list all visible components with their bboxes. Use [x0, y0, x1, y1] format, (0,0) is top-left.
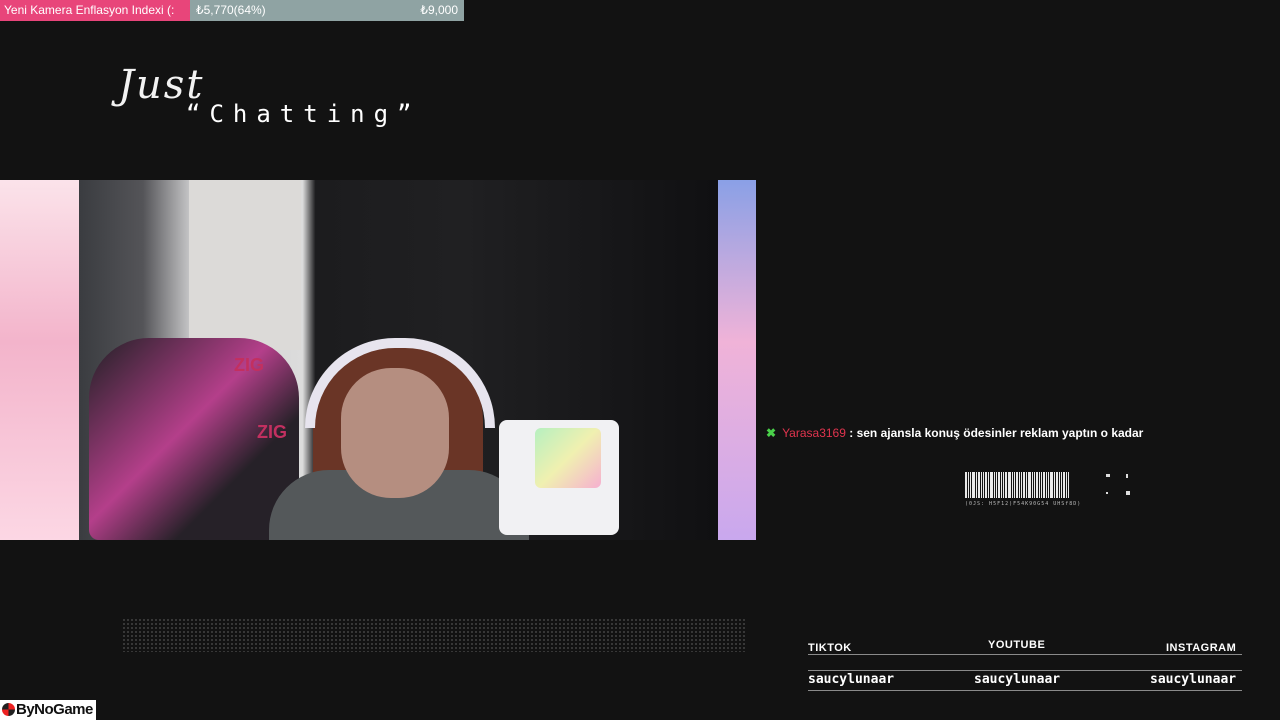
- barcode-bar: [1068, 472, 1069, 498]
- barcode-bar: [996, 472, 997, 498]
- barcode-bar: [1021, 472, 1022, 498]
- social-handle-youtube: saucylunaar: [974, 672, 1061, 687]
- bynogame-logo-icon: [2, 703, 15, 716]
- chat-separator: :: [845, 426, 857, 440]
- barcode-caption: (0JS: H5F12)F54K90G54 UHSf8D): [965, 501, 1082, 507]
- stream-title-category: “Chatting”: [186, 100, 421, 128]
- barcode-bar: [1036, 472, 1038, 498]
- barcode-bar: [1023, 472, 1025, 498]
- headphones: [305, 338, 495, 428]
- goal-current-amount: ₺5,770(64%): [196, 3, 266, 17]
- watermark-text: ByNoGame: [16, 701, 93, 718]
- barcode-bar: [965, 472, 967, 498]
- social-divider-bottom: [808, 690, 1242, 691]
- barcode-bar: [1003, 472, 1004, 498]
- barcode-bar: [1032, 472, 1033, 498]
- webcam-right-gradient: [718, 180, 756, 540]
- barcode-bar: [968, 472, 969, 498]
- barcode-bar: [983, 472, 984, 498]
- barcode-bar: [1014, 472, 1015, 498]
- microphone-display: [535, 428, 601, 488]
- barcode-bar: [1041, 472, 1042, 498]
- barcode-bar: [1028, 472, 1031, 498]
- barcode-bar: [1054, 472, 1055, 498]
- webcam-left-gradient: [0, 180, 79, 540]
- barcode-bar: [1008, 472, 1011, 498]
- barcode-bar: [998, 472, 1000, 498]
- bynogame-watermark: ByNoGame: [0, 700, 96, 720]
- chat-text: sen ajansla konuş ödesinler reklam yaptı…: [856, 426, 1144, 440]
- barcode-bar: [1043, 472, 1045, 498]
- barcode-bar: [1001, 472, 1002, 498]
- barcode-bar: [976, 472, 977, 498]
- social-handle-instagram: saucylunaar: [1150, 672, 1237, 687]
- social-label-tiktok: TIKTOK: [808, 642, 852, 654]
- barcode-bar: [985, 472, 987, 498]
- barcode-bar: [1012, 472, 1013, 498]
- barcode-bar: [1016, 472, 1018, 498]
- barcode-bar: [970, 472, 971, 498]
- barcode-bar: [1066, 472, 1067, 498]
- barcode-bar: [1046, 472, 1047, 498]
- barcode-bar: [1063, 472, 1065, 498]
- barcode-bar: [1050, 472, 1053, 498]
- barcode-bar: [1005, 472, 1007, 498]
- chair-logo: ZIG: [234, 355, 264, 375]
- chat-username: Yarasa3169: [782, 426, 846, 440]
- social-divider-mid: [808, 670, 1242, 671]
- barcode-bar: [972, 472, 975, 498]
- sword-icon: ✖: [766, 426, 777, 440]
- barcode-bar: [988, 472, 989, 498]
- barcode-bars: [965, 472, 1081, 498]
- dotted-pattern-strip: [122, 618, 746, 652]
- barcode-bar: [1056, 472, 1058, 498]
- goal-target-amount: ₺9,000: [420, 3, 458, 17]
- barcode-bar: [1059, 472, 1060, 498]
- background-door: [189, 180, 301, 350]
- webcam-scene: ZIG ZIG: [79, 180, 718, 540]
- goal-title: Yeni Kamera Enflasyon Indexi (:: [4, 3, 175, 17]
- chair-logo: ZIG: [257, 422, 287, 442]
- barcode-bar: [1048, 472, 1049, 498]
- barcode-bar: [1019, 472, 1020, 498]
- barcode-bar: [1039, 472, 1040, 498]
- barcode-bar: [994, 472, 995, 498]
- webcam-feed: ZIG ZIG: [0, 180, 756, 540]
- donation-goal-bar: Yeni Kamera Enflasyon Indexi (: ₺5,770(6…: [0, 0, 464, 21]
- barcode-bar: [1034, 472, 1035, 498]
- barcode-bar: [1026, 472, 1027, 498]
- barcode-bar: [990, 472, 993, 498]
- barcode-dots: [1104, 474, 1132, 500]
- barcode-decoration: (0JS: H5F12)F54K90G54 UHSf8D): [965, 472, 1081, 507]
- barcode-bar: [981, 472, 982, 498]
- barcode-bar: [978, 472, 980, 498]
- social-label-youtube: YOUTUBE: [988, 639, 1046, 651]
- social-handle-tiktok: saucylunaar: [808, 672, 895, 687]
- social-divider-top: [808, 654, 1242, 655]
- chat-message: ✖ Yarasa3169 : sen ajansla konuş ödesinle…: [766, 426, 1143, 440]
- barcode-bar: [1061, 472, 1062, 498]
- social-label-instagram: INSTAGRAM: [1166, 642, 1237, 654]
